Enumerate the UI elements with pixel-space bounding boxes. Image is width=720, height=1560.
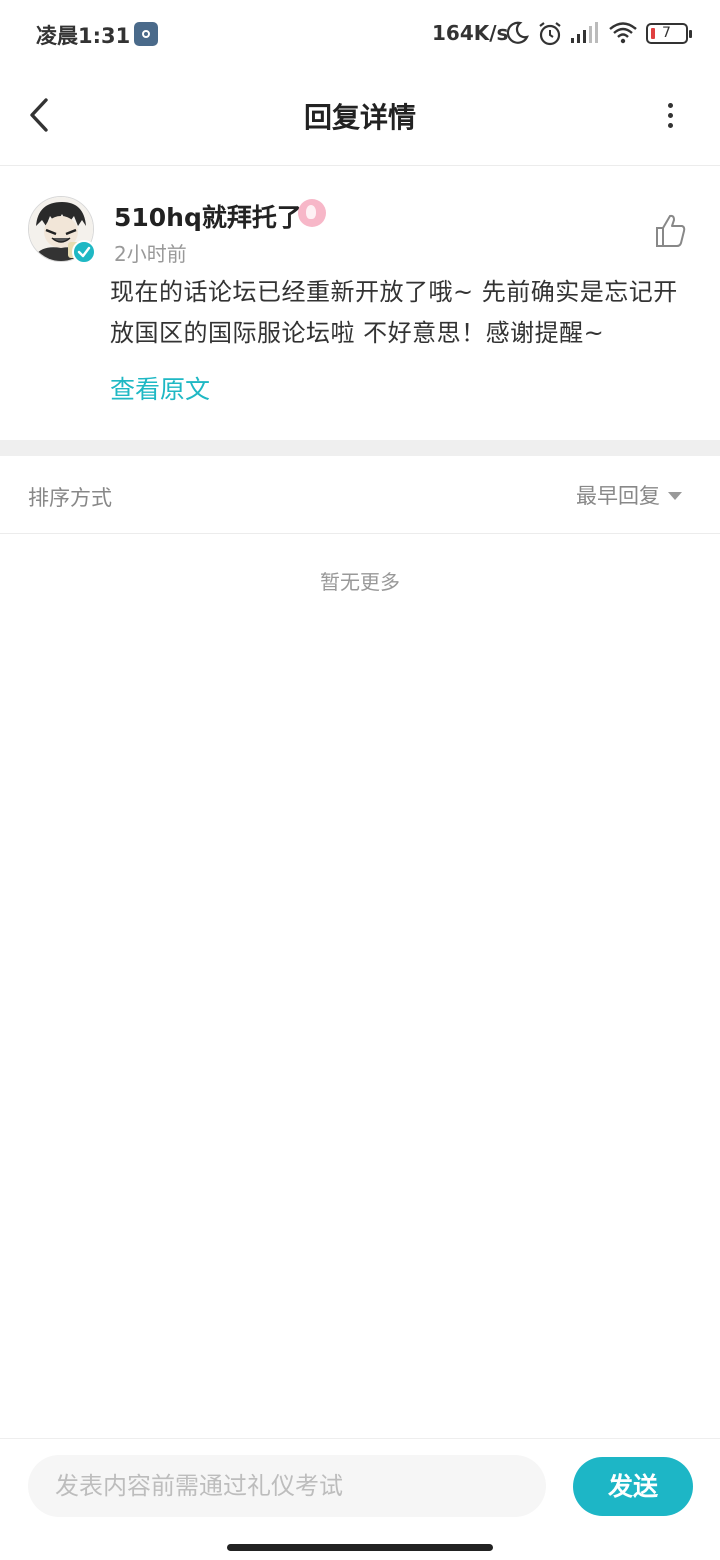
like-button[interactable]	[652, 211, 688, 251]
medal-icon	[298, 199, 326, 227]
sort-bar: 排序方式 最早回复	[0, 456, 720, 534]
home-indicator[interactable]	[227, 1544, 493, 1551]
post-content: 现在的话论坛已经重新开放了哦~ 先前确实是忘记开放国区的国际服论坛啦 不好意思！…	[110, 278, 678, 347]
battery-icon: 7	[646, 23, 692, 44]
empty-state-text: 暂无更多	[320, 570, 400, 594]
settings-icon	[134, 22, 158, 46]
signal-icon	[571, 22, 598, 43]
thumbs-up-icon	[656, 214, 686, 247]
sort-selected-value: 最早回复	[576, 484, 660, 508]
username[interactable]: 510hq就拜托了	[114, 198, 302, 234]
page-title: 回复详情	[303, 101, 416, 134]
chevron-left-icon	[30, 98, 48, 132]
view-original-link[interactable]: 查看原文	[110, 370, 210, 406]
section-divider	[0, 440, 720, 456]
network-speed: 164K/s	[432, 21, 509, 45]
reply-post: 510hq就拜托了 2小时前 现在的话论坛已经重新开放了哦~ 先前确实是忘记开放…	[0, 167, 720, 440]
sort-label: 排序方式	[28, 486, 112, 510]
app-header: 回复详情	[0, 68, 720, 166]
back-button[interactable]	[22, 94, 62, 138]
composer-bar: 发送	[0, 1438, 720, 1532]
more-vertical-icon	[668, 103, 673, 108]
send-button[interactable]: 发送	[573, 1457, 693, 1516]
comment-input[interactable]	[28, 1455, 546, 1517]
alarm-icon	[539, 22, 561, 46]
sort-dropdown[interactable]: 最早回复	[576, 480, 682, 510]
caret-down-icon	[668, 492, 682, 500]
more-options-button[interactable]	[656, 98, 684, 134]
post-time: 2小时前	[114, 242, 187, 266]
verified-badge-icon	[72, 240, 96, 264]
status-time: 凌晨1:31	[36, 24, 131, 48]
moon-icon	[506, 21, 529, 44]
wifi-icon	[609, 22, 637, 44]
battery-level: 7	[662, 25, 671, 41]
status-bar: 凌晨1:31 164K/s 7	[0, 0, 720, 68]
